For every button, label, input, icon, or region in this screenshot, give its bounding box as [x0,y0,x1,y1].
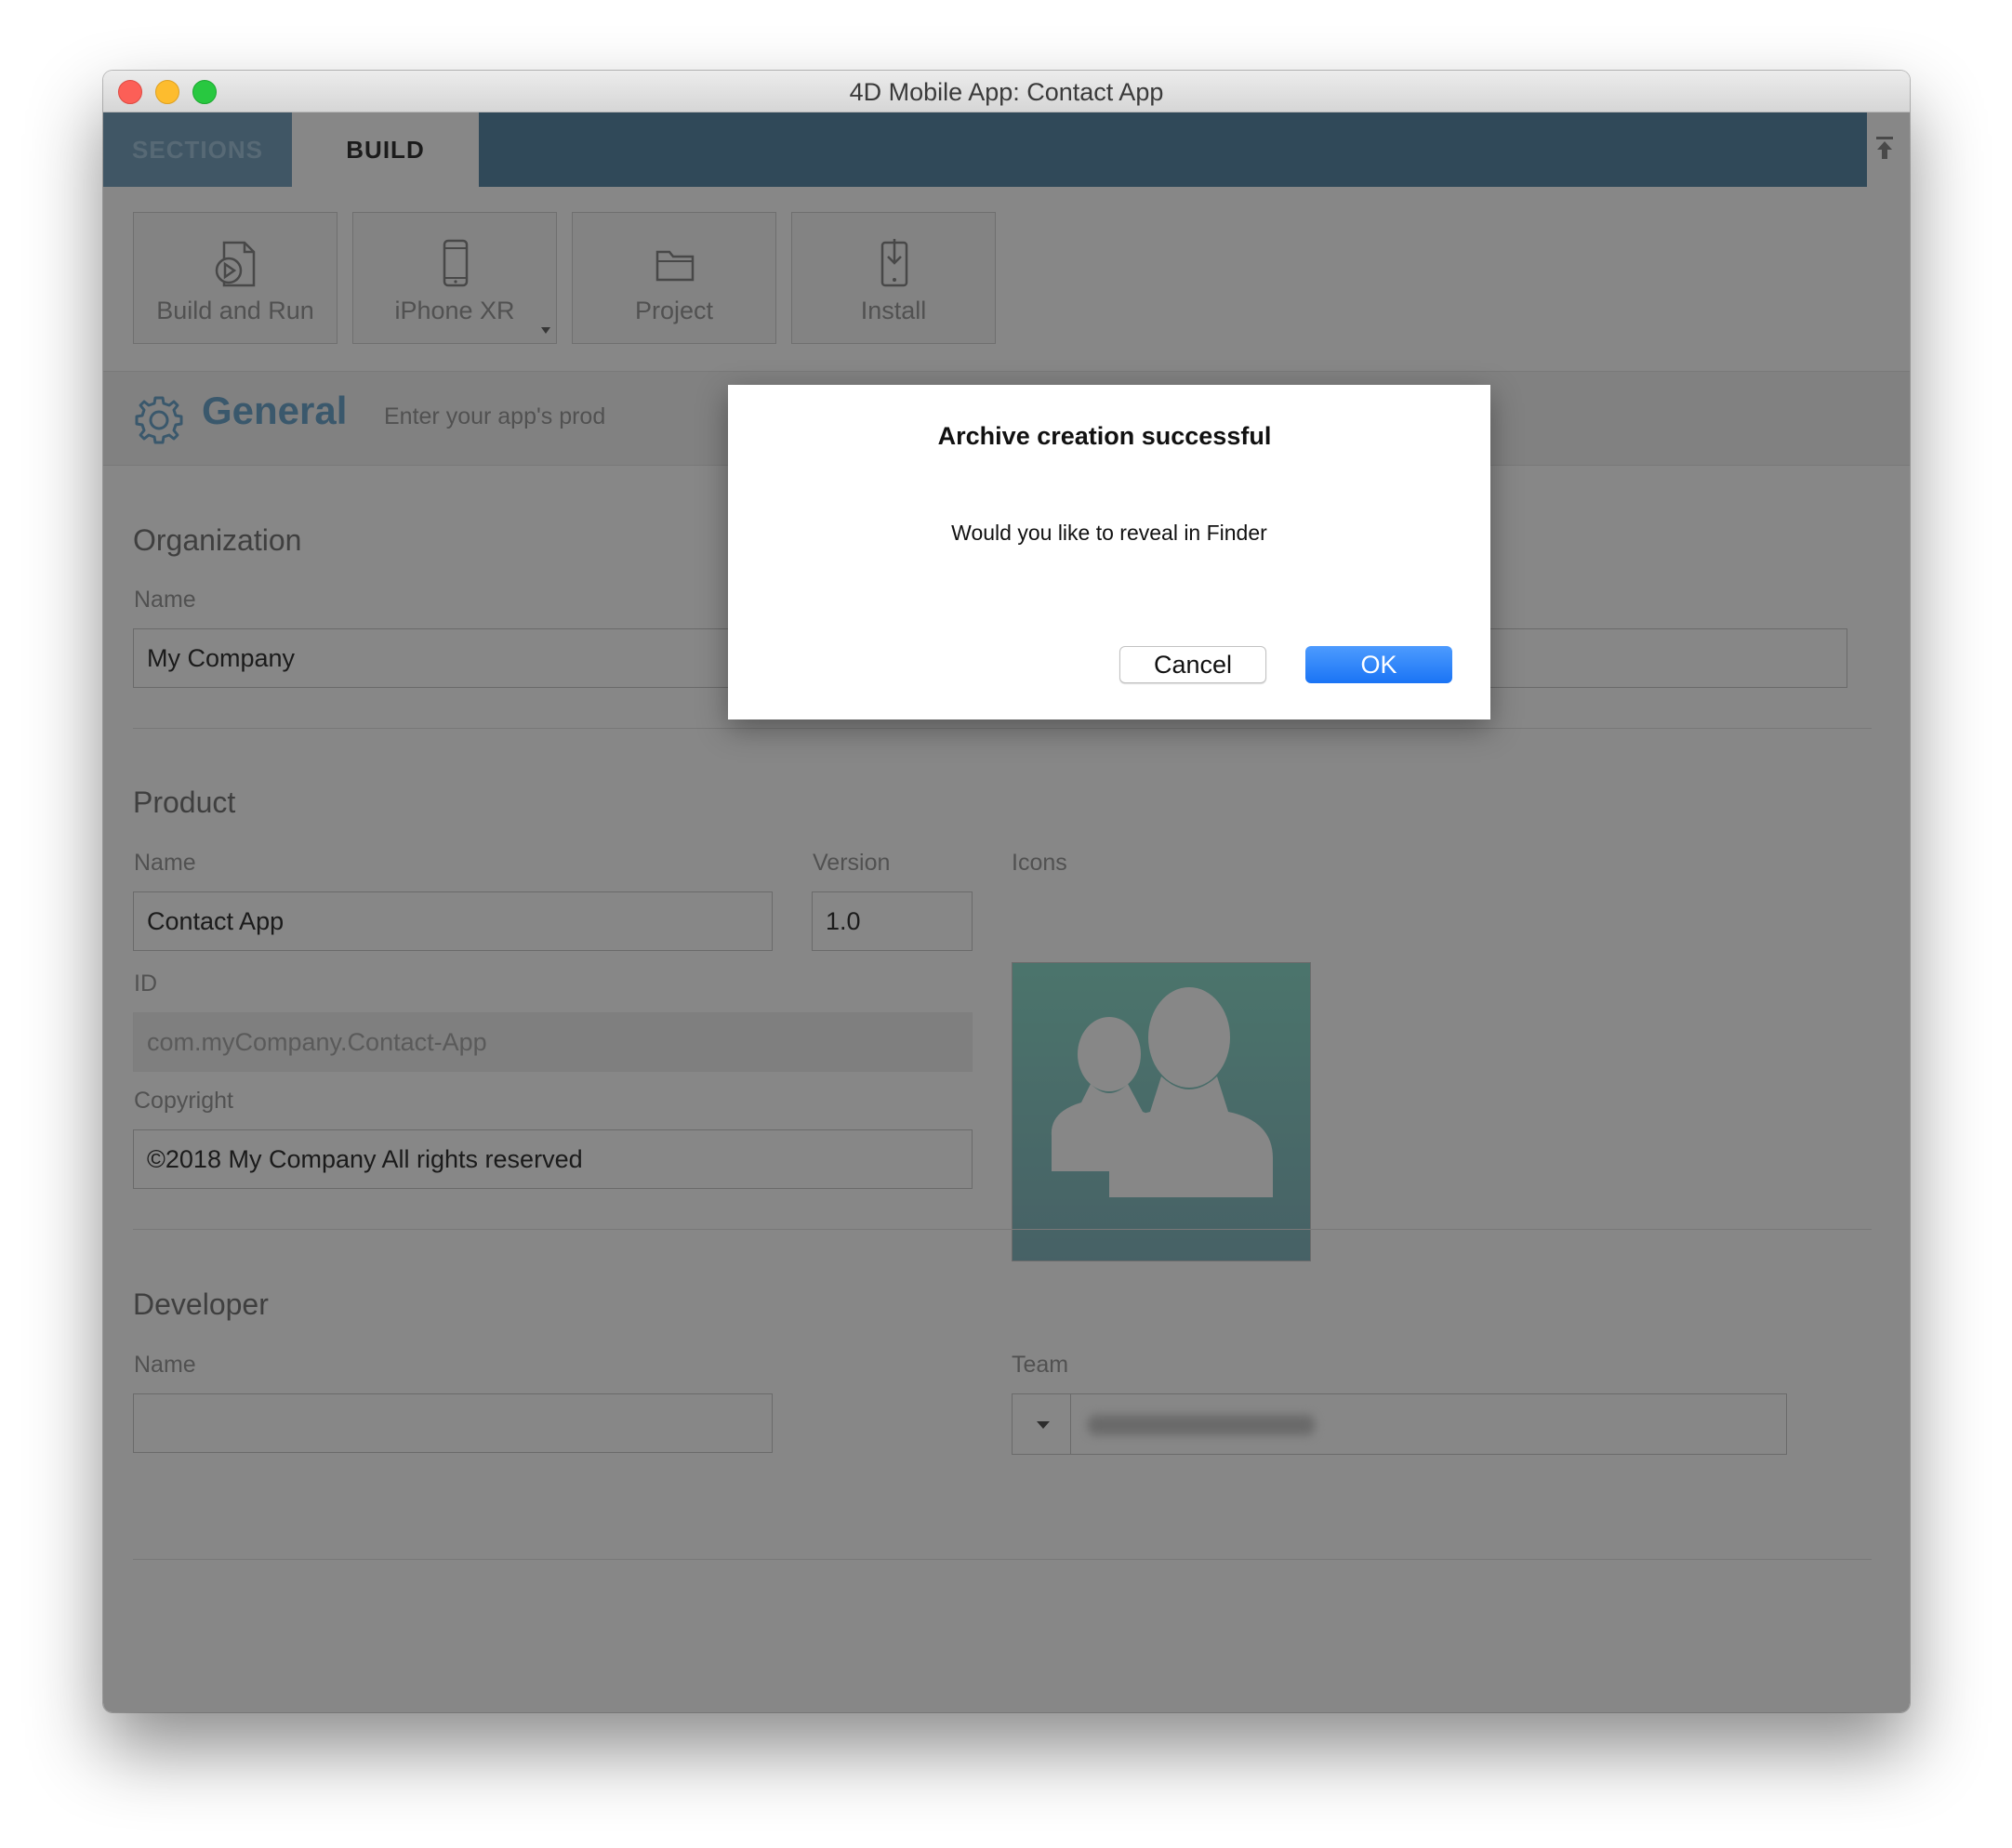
dialog-message: Would you like to reveal in Finder [951,521,1267,545]
app-window: 4D Mobile App: Contact App SECTIONS BUIL… [103,71,1910,1712]
window-title: 4D Mobile App: Contact App [849,78,1164,106]
title-bar: 4D Mobile App: Contact App [103,71,1910,112]
dialog-title: Archive creation successful [937,422,1272,450]
ok-button[interactable]: OK [1305,646,1452,683]
cancel-button[interactable]: Cancel [1119,646,1266,683]
alert-dialog: Archive creation successful Would you li… [728,385,1490,719]
modal-overlay [103,112,1910,1712]
